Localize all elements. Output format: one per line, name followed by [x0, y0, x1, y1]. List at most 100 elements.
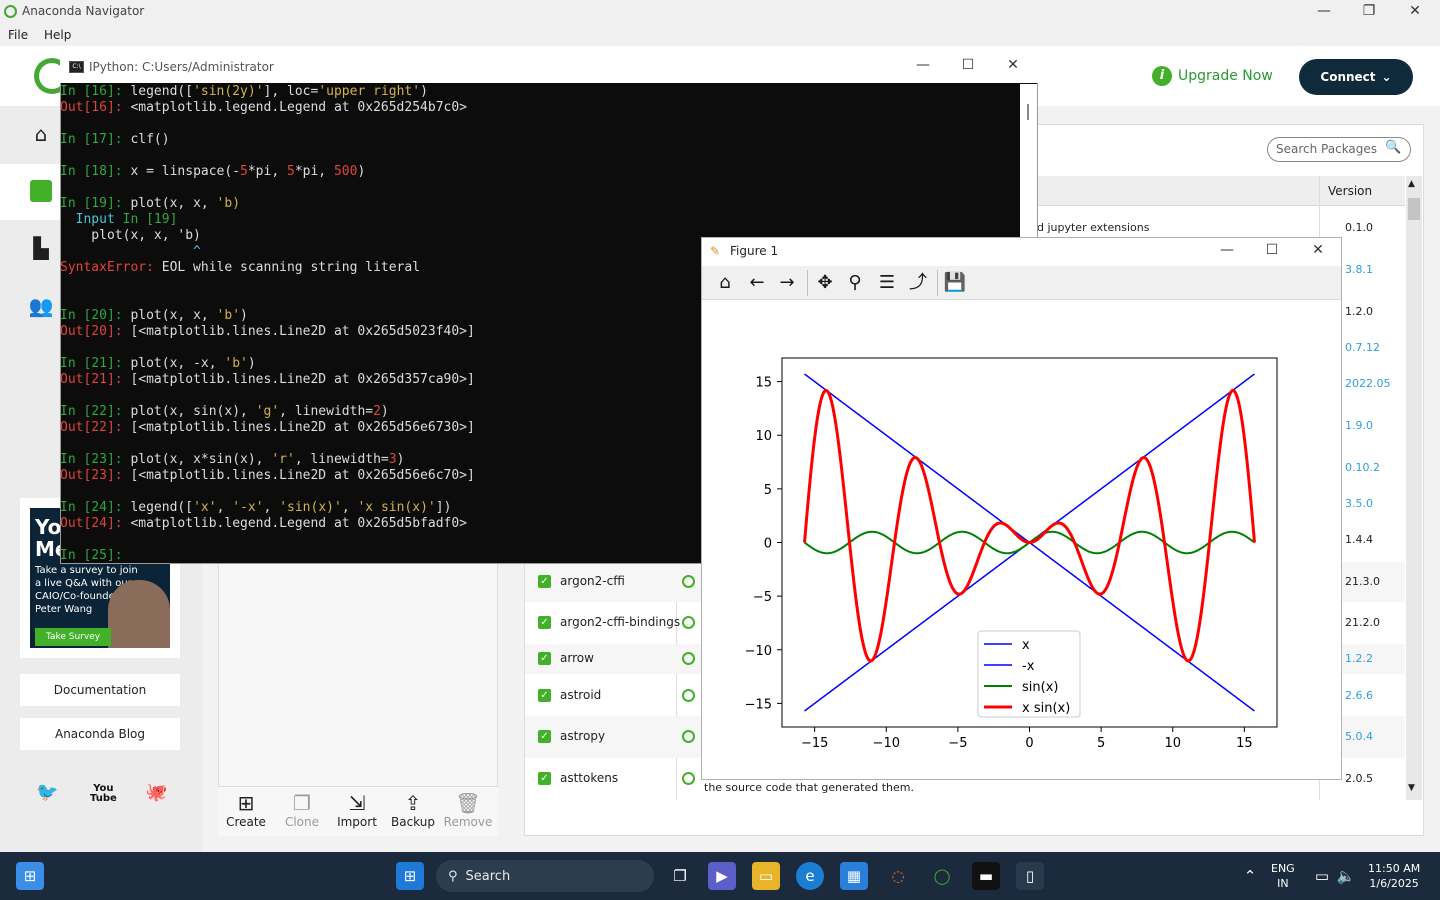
windows-logo-icon[interactable]: ⊞ — [396, 862, 424, 890]
clone-env-button[interactable]: ❐ Clone — [274, 791, 330, 829]
package-version[interactable]: 2.0.5 — [1345, 772, 1373, 785]
minimize-icon[interactable]: — — [1301, 0, 1347, 24]
pan-icon[interactable]: ✥ — [812, 271, 838, 295]
anaconda-taskbar-icon[interactable]: ◯ — [928, 862, 956, 890]
package-version[interactable]: 0.7.12 — [1345, 341, 1380, 354]
upgrade-now-link[interactable]: i Upgrade Now — [1152, 66, 1273, 86]
start-menu-icon[interactable]: ⊞ — [16, 862, 44, 890]
youtube-icon[interactable]: You Tube — [90, 784, 117, 804]
restore-icon[interactable]: ❐ — [1346, 0, 1392, 24]
scroll-thumb[interactable] — [1027, 104, 1029, 120]
package-version[interactable]: 1.2.0 — [1345, 305, 1373, 318]
menu-help[interactable]: Help — [44, 28, 71, 42]
file-explorer-icon[interactable]: ▭ — [752, 862, 780, 890]
home-icon[interactable]: ⌂ — [712, 271, 738, 295]
package-checkbox[interactable]: ✓ — [538, 616, 551, 629]
scroll-up-icon[interactable]: ▲ — [1408, 179, 1415, 189]
console-token: x = linspace(- — [130, 164, 241, 179]
take-survey-button[interactable]: Take Survey — [35, 628, 111, 646]
package-status-icon[interactable] — [682, 652, 695, 665]
package-version[interactable]: 0.1.0 — [1345, 221, 1373, 234]
environments-cube-icon[interactable] — [30, 180, 52, 202]
package-status-icon[interactable] — [682, 689, 695, 702]
import-env-button[interactable]: ⇲ Import — [329, 791, 385, 829]
terminal-icon[interactable]: ▬ — [972, 862, 1000, 890]
minimize-icon[interactable]: — — [900, 54, 946, 78]
configure-subplots-icon[interactable]: ☰ — [874, 271, 900, 295]
maximize-icon[interactable]: ☐ — [945, 54, 991, 78]
close-icon[interactable]: ✕ — [1392, 0, 1438, 24]
minimize-icon[interactable]: — — [1204, 239, 1250, 263]
home-icon[interactable]: ⌂ — [28, 122, 54, 148]
system-clock[interactable]: 11:50 AM 1/6/2025 — [1368, 861, 1420, 891]
package-checkbox[interactable]: ✓ — [538, 772, 551, 785]
menu-file[interactable]: File — [8, 28, 28, 42]
package-version[interactable]: 5.0.4 — [1345, 730, 1373, 743]
back-arrow-icon[interactable]: ← — [744, 271, 770, 295]
jupyter-icon[interactable]: ◌ — [884, 862, 912, 890]
community-icon[interactable]: 👥 — [28, 294, 54, 320]
anaconda-blog-link[interactable]: Anaconda Blog — [20, 718, 180, 750]
toolbar-separator — [937, 270, 938, 296]
forward-arrow-icon[interactable]: → — [774, 271, 800, 295]
language-indicator[interactable]: ENG IN — [1271, 861, 1295, 891]
package-version[interactable]: 1.9.0 — [1345, 419, 1373, 432]
twitter-icon[interactable]: 🐦 — [36, 782, 58, 803]
legend-label: x sin(x) — [1022, 701, 1070, 716]
edit-axis-icon[interactable]: ⤴ — [905, 271, 931, 295]
package-status-icon[interactable] — [682, 772, 695, 785]
maximize-icon[interactable]: ☐ — [1249, 239, 1295, 263]
package-version[interactable]: 2.6.6 — [1345, 689, 1373, 702]
scroll-thumb[interactable] — [1408, 198, 1420, 220]
package-version[interactable]: 3.8.1 — [1345, 263, 1373, 276]
scroll-down-icon[interactable]: ▼ — [1408, 783, 1415, 793]
package-version[interactable]: 3.5.0 — [1345, 497, 1373, 510]
learning-icon[interactable]: ▙ — [28, 236, 54, 262]
console-token: ^ — [60, 244, 201, 259]
package-checkbox[interactable]: ✓ — [538, 575, 551, 588]
tray-chevron-up-icon[interactable]: ⌃ — [1236, 862, 1264, 890]
package-status-icon[interactable] — [682, 616, 695, 629]
environment-toolbar: ⊞ Create ❐ Clone ⇲ Import ⇪ Backup 🗑 Remove — [218, 786, 498, 836]
console-token: In [21]: — [60, 356, 131, 371]
package-checkbox[interactable]: ✓ — [538, 689, 551, 702]
package-version[interactable]: 1.4.4 — [1345, 533, 1373, 546]
package-version[interactable]: 2022.05 — [1345, 377, 1391, 390]
remove-env-button[interactable]: 🗑 Remove — [440, 791, 496, 829]
volume-icon[interactable]: 🔈 — [1332, 862, 1360, 890]
column-version[interactable]: Version — [1328, 184, 1372, 198]
connect-button[interactable]: Connect ⌄ — [1299, 59, 1413, 95]
store-icon[interactable]: ▦ — [840, 862, 868, 890]
figure-titlebar: — ☐ ✕ — [702, 238, 1341, 265]
create-env-button[interactable]: ⊞ Create — [218, 791, 274, 829]
task-view-icon[interactable]: ❐ — [666, 862, 694, 890]
packages-scrollbar[interactable]: ▲ ▼ — [1406, 176, 1422, 800]
teams-icon[interactable]: ▶ — [708, 862, 736, 890]
github-icon[interactable]: 🐙 — [145, 782, 167, 803]
chevron-down-icon: ⌄ — [1381, 70, 1392, 84]
documentation-link[interactable]: Documentation — [20, 674, 180, 706]
close-icon[interactable]: ✕ — [1295, 239, 1341, 263]
taskbar-search-box[interactable]: ⚲ Search — [436, 860, 654, 892]
document-icon[interactable]: ▯ — [1016, 862, 1044, 890]
package-version[interactable]: 21.3.0 — [1345, 575, 1380, 588]
package-version[interactable]: 21.2.0 — [1345, 616, 1380, 629]
console-token: <matplotlib.legend.Legend at 0x265d254b7… — [130, 100, 467, 115]
legend-label: x — [1022, 638, 1030, 653]
package-checkbox[interactable]: ✓ — [538, 652, 551, 665]
search-icon[interactable]: 🔍 — [1385, 140, 1401, 155]
package-version[interactable]: 1.2.2 — [1345, 652, 1373, 665]
console-token: clf() — [130, 132, 170, 147]
package-version[interactable]: 0.10.2 — [1345, 461, 1380, 474]
save-icon[interactable]: 💾 — [942, 271, 968, 295]
figure-plot[interactable]: −15 −10 −5 0 5 10 15 −15 −10 −5 0 5 10 15 x -x sin(x) x s… — [702, 301, 1340, 779]
zoom-icon[interactable]: ⚲ — [842, 271, 868, 295]
close-icon[interactable]: ✕ — [990, 54, 1036, 78]
edge-icon[interactable]: e — [796, 862, 824, 890]
package-status-icon[interactable] — [682, 575, 695, 588]
console-token: In [18]: — [60, 164, 131, 179]
package-status-icon[interactable] — [682, 730, 695, 743]
backup-env-button[interactable]: ⇪ Backup — [385, 791, 441, 829]
package-checkbox[interactable]: ✓ — [538, 730, 551, 743]
